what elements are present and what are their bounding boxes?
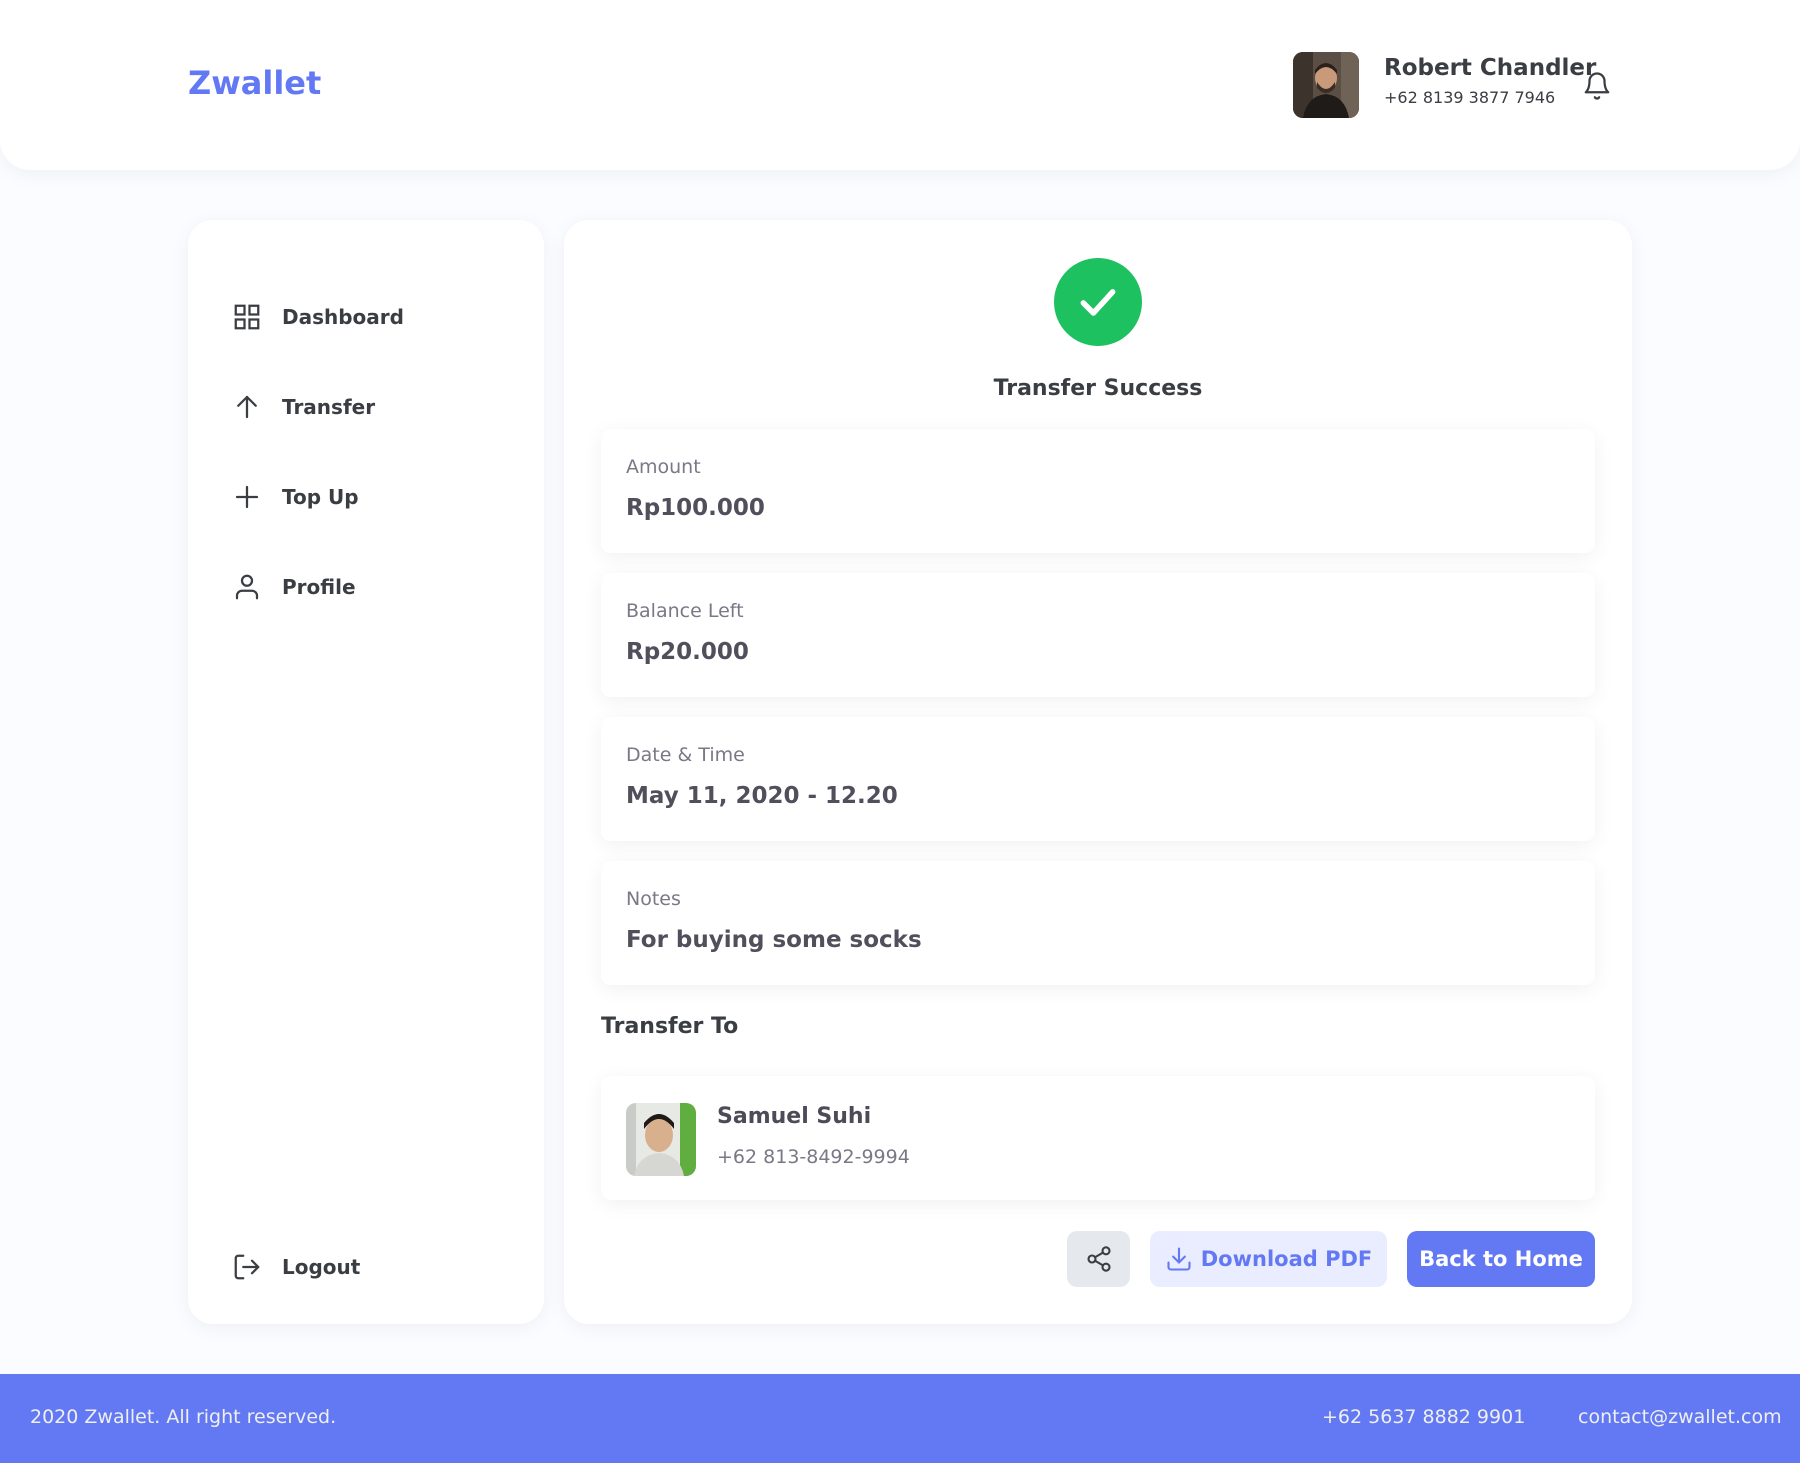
sidebar: Dashboard Transfer Top Up Profile Logout: [188, 220, 544, 1324]
detail-label: Notes: [626, 888, 681, 910]
plus-icon: [235, 485, 259, 509]
status-title: Transfer Success: [993, 376, 1203, 401]
detail-card-balance: Balance Left Rp20.000: [601, 573, 1595, 697]
logout-label: Logout: [282, 1255, 361, 1279]
detail-value: Rp20.000: [626, 639, 749, 665]
grid-icon: [234, 304, 260, 330]
sidebar-item-label: Top Up: [282, 485, 359, 509]
footer: 2020 Zwallet. All right reserved. +62 56…: [0, 1374, 1800, 1463]
detail-value: Rp100.000: [626, 495, 765, 521]
recipient-phone: +62 813-8492-9994: [717, 1146, 910, 1168]
sidebar-item-topup[interactable]: Top Up: [232, 477, 359, 517]
detail-label: Amount: [626, 456, 701, 478]
detail-card-notes: Notes For buying some socks: [601, 861, 1595, 985]
download-icon: [1167, 1247, 1191, 1271]
check-icon: [1054, 258, 1142, 346]
logout-icon: [234, 1254, 260, 1280]
arrow-up-icon: [237, 395, 257, 419]
sidebar-item-dashboard[interactable]: Dashboard: [232, 297, 404, 337]
user-icon: [235, 574, 259, 600]
sidebar-item-profile[interactable]: Profile: [232, 567, 356, 607]
user-avatar[interactable]: [1293, 52, 1359, 118]
sidebar-item-label: Profile: [282, 575, 356, 599]
footer-copyright: 2020 Zwallet. All right reserved.: [30, 1406, 337, 1428]
recipient-name: Samuel Suhi: [717, 1104, 872, 1129]
sidebar-item-transfer[interactable]: Transfer: [232, 387, 375, 427]
download-pdf-button[interactable]: Download PDF: [1150, 1231, 1387, 1287]
sidebar-item-label: Dashboard: [282, 305, 404, 329]
recipient-avatar: [626, 1103, 696, 1176]
detail-label: Date & Time: [626, 744, 745, 766]
detail-card-amount: Amount Rp100.000: [601, 429, 1595, 553]
back-to-home-button[interactable]: Back to Home: [1407, 1231, 1595, 1287]
share-icon: [1086, 1246, 1111, 1272]
brand-logo[interactable]: Zwallet: [188, 64, 321, 102]
transfer-result-panel: Transfer Success Amount Rp100.000 Balanc…: [564, 220, 1632, 1324]
sidebar-item-logout[interactable]: Logout: [232, 1247, 360, 1287]
detail-label: Balance Left: [626, 600, 744, 622]
share-button[interactable]: [1067, 1231, 1130, 1287]
transfer-to-title: Transfer To: [601, 1014, 739, 1039]
detail-value: For buying some socks: [626, 927, 922, 953]
top-header: Zwallet Robert Chandler +62 8139 3877 79…: [0, 0, 1800, 170]
recipient-card: Samuel Suhi +62 813-8492-9994: [601, 1076, 1595, 1200]
footer-phone: +62 5637 8882 9901: [1322, 1406, 1526, 1428]
bell-icon[interactable]: [1582, 70, 1612, 102]
download-pdf-label: Download PDF: [1200, 1247, 1373, 1271]
sidebar-item-label: Transfer: [282, 395, 376, 419]
detail-card-datetime: Date & Time May 11, 2020 - 12.20: [601, 717, 1595, 841]
footer-email[interactable]: contact@zwallet.com: [1578, 1406, 1782, 1428]
user-phone: +62 8139 3877 7946: [1384, 88, 1556, 107]
detail-value: May 11, 2020 - 12.20: [626, 783, 898, 809]
user-name: Robert Chandler: [1384, 55, 1597, 81]
